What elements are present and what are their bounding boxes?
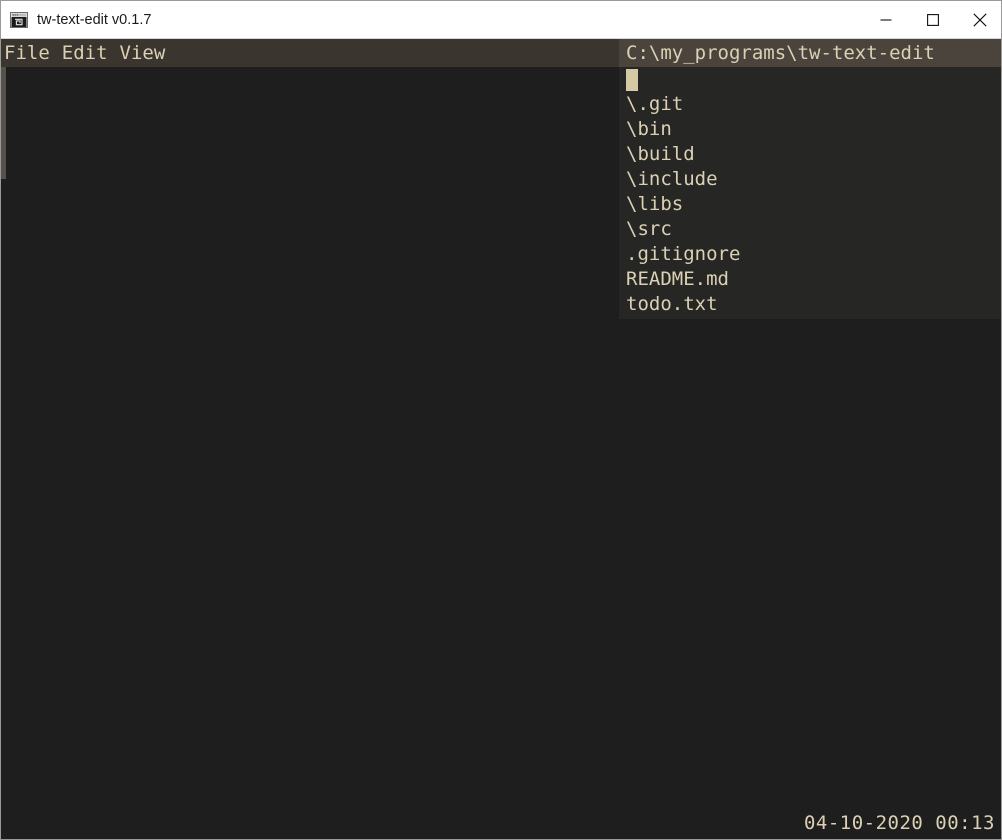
menu-item-edit[interactable]: Edit bbox=[62, 39, 108, 67]
menu-item-view[interactable]: View bbox=[120, 39, 166, 67]
window-controls bbox=[862, 1, 1001, 38]
list-item[interactable]: \.git bbox=[626, 92, 1001, 117]
list-item[interactable]: \libs bbox=[626, 192, 1001, 217]
menu-spacer bbox=[108, 53, 120, 54]
menu-item-file[interactable]: File bbox=[4, 39, 50, 67]
list-item[interactable]: .gitignore bbox=[626, 242, 1001, 267]
list-item[interactable]: \build bbox=[626, 142, 1001, 167]
file-browser-panel: C:\my_programs\tw-text-edit \.git \bin \… bbox=[619, 39, 1001, 319]
text-cursor-block bbox=[626, 69, 638, 91]
list-item[interactable]: \include bbox=[626, 167, 1001, 192]
current-path-header[interactable]: C:\my_programs\tw-text-edit bbox=[619, 39, 1001, 67]
list-item[interactable]: \bin bbox=[626, 117, 1001, 142]
title-bar: tw-text-edit v0.1.7 bbox=[1, 1, 1001, 39]
app-window-icon bbox=[10, 11, 28, 28]
minimize-button[interactable] bbox=[862, 1, 909, 38]
list-item[interactable]: todo.txt bbox=[626, 292, 1001, 317]
file-list[interactable]: \.git \bin \build \include \libs \src .g… bbox=[619, 67, 1001, 319]
close-button[interactable] bbox=[956, 1, 1001, 38]
vertical-scrollbar[interactable] bbox=[1, 67, 6, 839]
list-item[interactable]: \src bbox=[626, 217, 1001, 242]
menu-spacer bbox=[50, 53, 62, 54]
window-title: tw-text-edit v0.1.7 bbox=[37, 11, 152, 28]
status-datetime: 04-10-2020 00:13 bbox=[803, 812, 995, 834]
scrollbar-thumb[interactable] bbox=[1, 67, 6, 179]
title-bar-left: tw-text-edit v0.1.7 bbox=[1, 11, 862, 28]
application-window: tw-text-edit v0.1.7 File Edit View C:\my… bbox=[0, 0, 1002, 840]
maximize-button[interactable] bbox=[909, 1, 956, 38]
list-item[interactable]: README.md bbox=[626, 267, 1001, 292]
file-list-cursor-row bbox=[626, 67, 1001, 92]
